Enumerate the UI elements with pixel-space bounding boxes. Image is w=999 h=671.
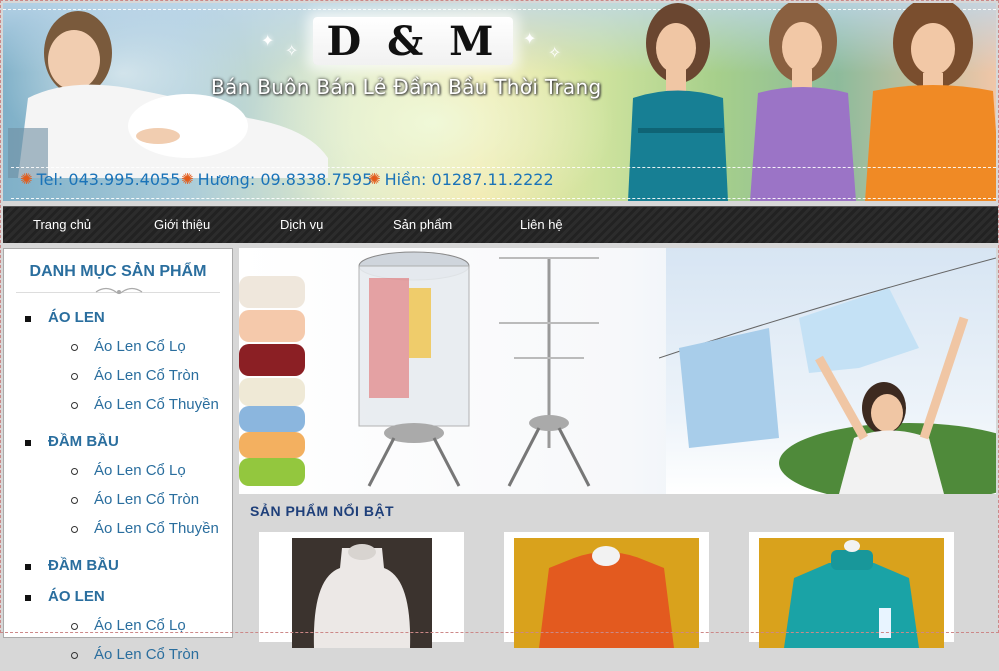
circle-bullet-icon [71,652,78,659]
contact-tel-text: Tel: 043.995.4055 [36,169,181,189]
subcategory-label[interactable]: Áo Len Cổ Lọ [94,462,186,479]
nav-contact[interactable]: Liên hệ [520,207,563,243]
square-bullet-icon [25,595,31,601]
subcategory-item[interactable]: Áo Len Cổ Tròn [4,487,232,516]
sparkle-icon: ✦ [523,31,537,48]
main-nav: Trang chủ Giới thiệu Dịch vụ Sản phẩm Li… [3,206,998,243]
woman-hanging-laundry-image [659,257,996,494]
subcategory-item[interactable]: Áo Len Cổ Lọ [4,613,232,642]
contact-hien-text: Hiền: 01287.11.2222 [384,169,554,189]
subcategory-item[interactable]: Áo Len Cổ Thuyền [4,392,232,421]
teal-turtleneck-photo[interactable] [759,538,944,648]
subcategory-item[interactable]: Áo Len Cổ Lọ [4,458,232,487]
category-menu: ÁO LEN Áo Len Cổ Lọ Áo Len Cổ Tròn Áo Le… [4,305,232,671]
contact-hien: ✺ Hiền: 01287.11.2222 [368,166,554,192]
subcategory-item[interactable]: Áo Len Cổ Tròn [4,363,232,392]
contact-huong: ✺ Hương: 09.8338.7595 [181,166,372,192]
subcategory-label[interactable]: Áo Len Cổ Thuyền [94,396,219,413]
category-sidebar: DANH MỤC SẢN PHẨM ÁO LEN Áo Len Cổ Lọ Áo… [3,248,233,663]
circle-bullet-icon [71,402,78,409]
category-item[interactable]: ĐẦM BẦU [4,429,232,458]
subcategory-label[interactable]: Áo Len Cổ Tròn [94,491,199,508]
category-label[interactable]: ÁO LEN [48,588,105,605]
category-label[interactable]: ĐẦM BẦU [48,557,119,574]
category-label[interactable]: ĐẦM BẦU [48,433,119,450]
sparkle-icon: ✧ [285,43,299,60]
category-item[interactable]: ÁO LEN [4,305,232,334]
subcategory-label[interactable]: Áo Len Cổ Thuyền [94,520,219,537]
maple-leaf-icon: ✺ [368,170,381,188]
nav-home[interactable]: Trang chủ [33,207,91,243]
circle-bullet-icon [71,344,78,351]
square-bullet-icon [25,440,31,446]
contact-huong-text: Hương: 09.8338.7595 [197,169,373,189]
nav-about[interactable]: Giới thiệu [154,207,210,243]
site-tagline: Bán Buôn Bán Lẻ Đầm Bầu Thời Trang [211,75,602,99]
subcategory-label[interactable]: Áo Len Cổ Lọ [94,338,186,355]
nav-services[interactable]: Dịch vụ [280,207,323,243]
contact-tel: ✺ Tel: 043.995.4055 [20,166,180,192]
hero-slide[interactable] [239,248,996,494]
circle-bullet-icon [71,373,78,380]
subcategory-label[interactable]: Áo Len Cổ Tròn [94,367,199,384]
subcategory-label[interactable]: Áo Len Cổ Tròn [94,646,199,663]
category-item[interactable]: ĐẦM BẦU [4,553,232,582]
circle-bullet-icon [71,623,78,630]
subcategory-label[interactable]: Áo Len Cổ Lọ [94,617,186,634]
featured-products-title: SẢN PHẨM NỔI BẬT [250,503,395,519]
circle-bullet-icon [71,497,78,504]
category-label[interactable]: ÁO LEN [48,309,105,326]
nav-products[interactable]: Sản phẩm [393,207,452,243]
site-logo[interactable]: D & M [313,17,513,65]
category-item[interactable]: ÁO LEN [4,584,232,613]
circle-bullet-icon [71,526,78,533]
subcategory-item[interactable]: Áo Len Cổ Tròn [4,642,232,671]
square-bullet-icon [25,316,31,322]
round-clothes-dryer-image [358,251,470,487]
maple-leaf-icon: ✺ [20,170,33,188]
flourish-ornament-icon [95,287,143,295]
product-card[interactable] [749,532,954,648]
folded-towels-image [239,276,305,486]
sparkle-icon: ✧ [548,45,562,62]
subcategory-item[interactable]: Áo Len Cổ Thuyền [4,516,232,545]
maple-leaf-icon: ✺ [181,170,194,188]
product-card[interactable] [259,532,464,648]
sidebar-title: DANH MỤC SẢN PHẨM [29,263,207,280]
circle-bullet-icon [71,468,78,475]
orange-sweater-photo[interactable] [514,538,699,648]
square-bullet-icon [25,564,31,570]
white-top-photo[interactable] [292,538,432,648]
product-card[interactable] [504,532,709,648]
hanging-rack-image [499,257,599,487]
subcategory-item[interactable]: Áo Len Cổ Lọ [4,334,232,363]
sparkle-icon: ✦ [261,33,275,50]
